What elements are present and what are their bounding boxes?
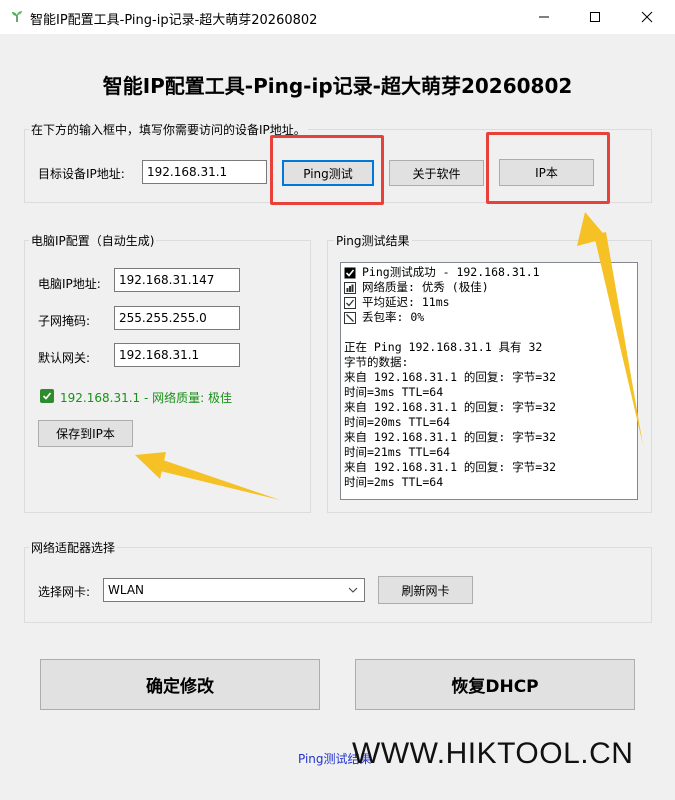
arrow-to-ipbook — [577, 212, 643, 445]
annotation-arrows — [135, 212, 643, 500]
arrow-to-save — [135, 452, 280, 500]
